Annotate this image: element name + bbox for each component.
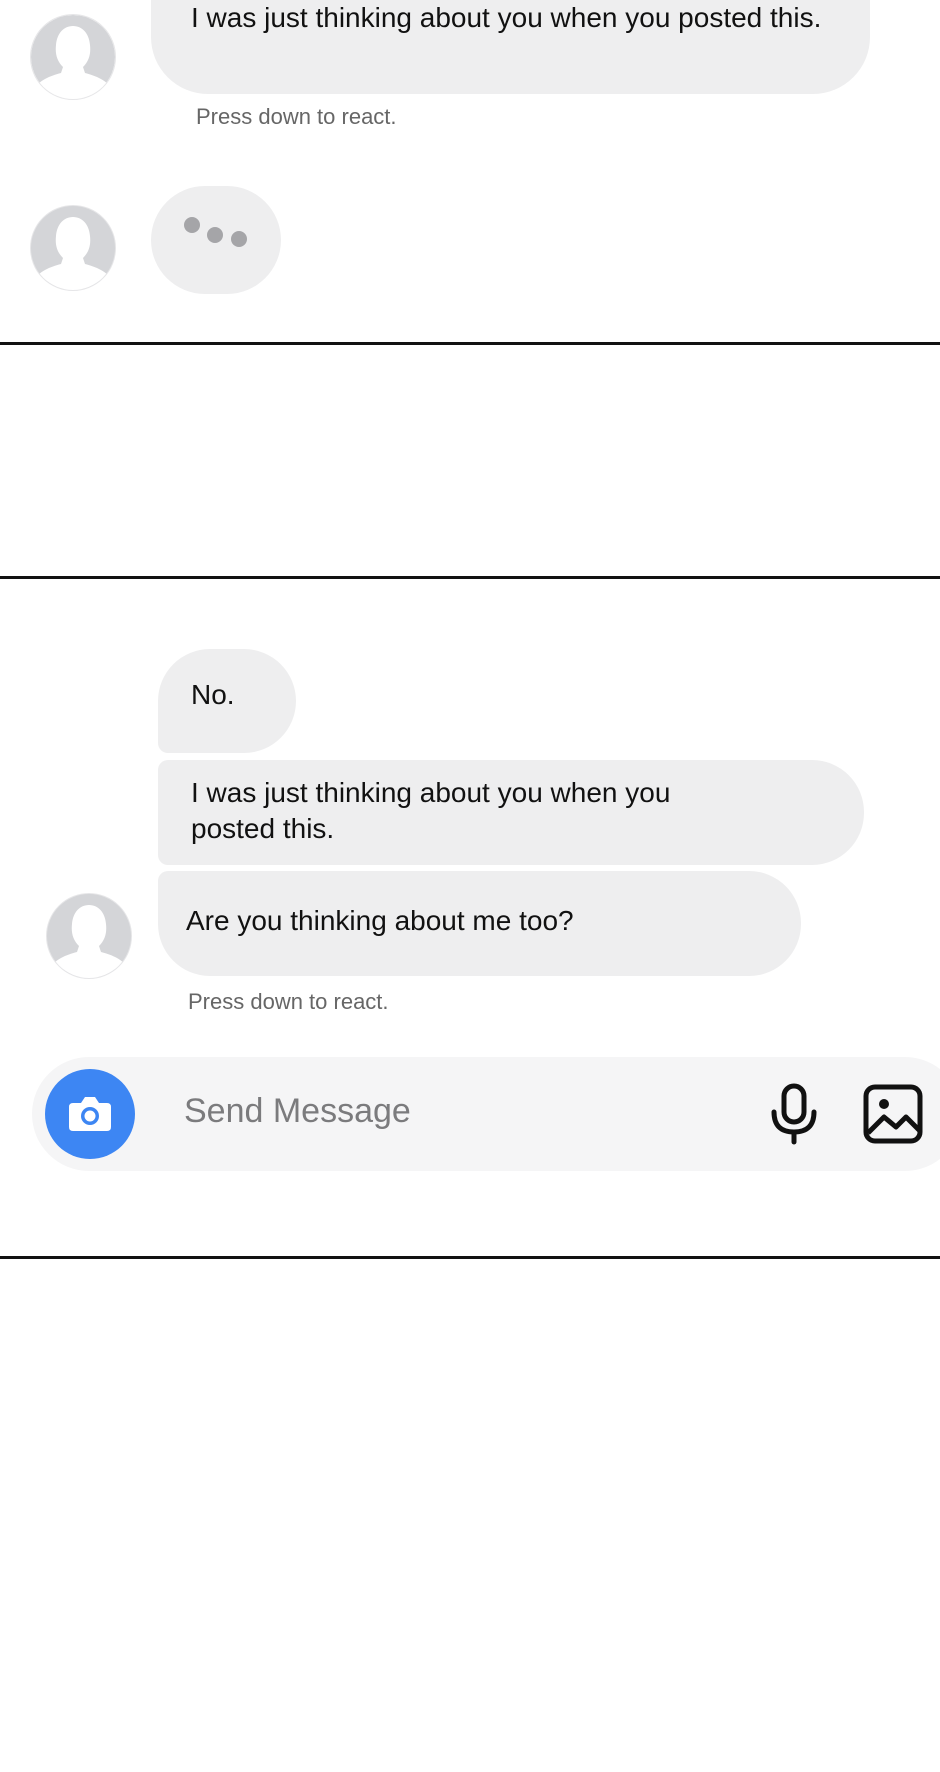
message-bubble[interactable]: No. bbox=[158, 649, 296, 753]
microphone-icon bbox=[771, 1083, 817, 1145]
avatar bbox=[30, 205, 116, 291]
typing-indicator bbox=[151, 186, 281, 294]
divider bbox=[0, 342, 940, 345]
message-text: I was just thinking about you when you p… bbox=[191, 2, 822, 33]
message-input[interactable]: Send Message bbox=[184, 1091, 411, 1131]
message-bubble[interactable]: I was just thinking about you when you p… bbox=[158, 760, 864, 865]
message-text: No. bbox=[191, 679, 235, 710]
microphone-button[interactable] bbox=[764, 1082, 824, 1146]
message-text: I was just thinking about you when you p… bbox=[191, 777, 671, 844]
react-hint: Press down to react. bbox=[188, 989, 389, 1014]
divider bbox=[0, 1256, 940, 1259]
avatar bbox=[46, 893, 132, 979]
image-icon bbox=[863, 1084, 923, 1144]
message-bubble[interactable]: I was just thinking about you when you p… bbox=[151, 0, 870, 94]
camera-icon bbox=[69, 1097, 111, 1131]
typing-dots-icon bbox=[184, 217, 247, 247]
divider bbox=[0, 576, 940, 579]
camera-button[interactable] bbox=[45, 1069, 135, 1159]
message-bubble[interactable]: Are you thinking about me too? bbox=[158, 871, 801, 976]
message-text: Are you thinking about me too? bbox=[186, 905, 574, 936]
gallery-button[interactable] bbox=[862, 1083, 924, 1145]
avatar bbox=[30, 14, 116, 100]
react-hint: Press down to react. bbox=[196, 104, 397, 129]
